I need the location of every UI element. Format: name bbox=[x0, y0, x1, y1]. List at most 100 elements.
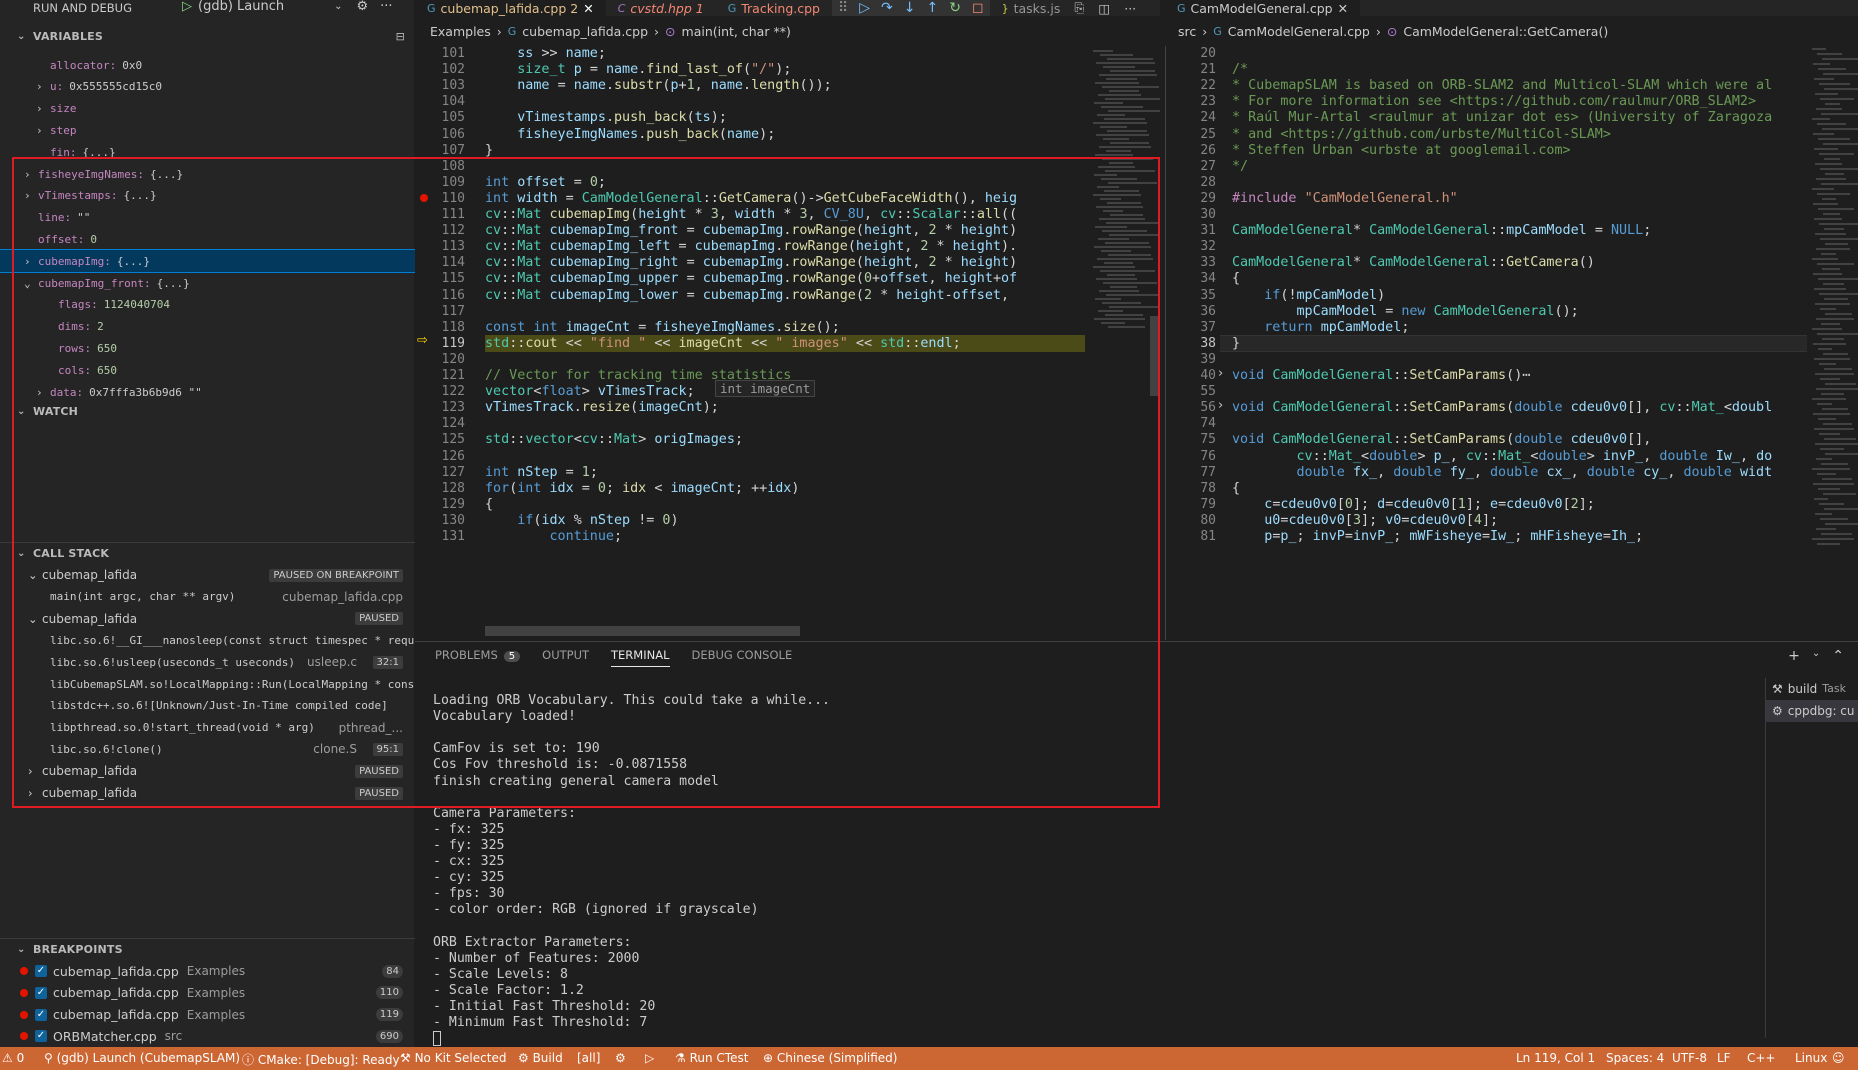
tab-cvstd[interactable]: C cvstd.hpp 1 bbox=[606, 0, 716, 16]
breakpoint-dot-icon[interactable] bbox=[420, 193, 428, 202]
tab-terminal[interactable]: TERMINAL bbox=[611, 648, 670, 667]
tab-tasks[interactable]: } tasks.js bbox=[990, 0, 1073, 16]
tab-cammodelgeneral[interactable]: G CamModelGeneral.cpp ✕ bbox=[1165, 0, 1361, 16]
chevron-icon[interactable]: ⌄ bbox=[28, 568, 38, 582]
checkbox[interactable]: ✓ bbox=[35, 1008, 47, 1021]
restart-icon[interactable]: ↻ bbox=[949, 0, 961, 16]
os-status[interactable]: Linux bbox=[1795, 1051, 1827, 1065]
checkbox[interactable]: ✓ bbox=[35, 986, 47, 999]
variable-row[interactable]: ⌄ cubemapImg_front: {...} bbox=[0, 272, 415, 294]
call-stack-frame[interactable]: › cubemap_lafida PAUSED bbox=[0, 782, 415, 804]
breadcrumb-item[interactable]: main(int, char **) bbox=[682, 24, 791, 39]
close-icon[interactable]: ✕ bbox=[583, 1, 593, 16]
chevron-icon[interactable]: › bbox=[24, 255, 31, 268]
stop-icon[interactable]: ◻ bbox=[972, 0, 984, 16]
fold-chevron-icon[interactable]: › bbox=[1218, 366, 1223, 381]
chevron-down-icon[interactable]: ⌄ bbox=[334, 1, 342, 12]
fold-chevron-icon[interactable]: › bbox=[1218, 398, 1223, 413]
breadcrumb-item[interactable]: src bbox=[1178, 24, 1196, 39]
debug-target-icon[interactable]: ⚙ bbox=[615, 1051, 626, 1065]
breadcrumb-item[interactable]: CamModelGeneral.cpp bbox=[1228, 24, 1370, 39]
run-icon[interactable]: ▷ bbox=[645, 1051, 654, 1065]
variable-row[interactable]: › fisheyeImgNames: {...} bbox=[0, 163, 415, 185]
tab-output[interactable]: OUTPUT bbox=[542, 648, 589, 667]
feedback-icon[interactable]: ☺ bbox=[1832, 1051, 1845, 1065]
chevron-up-icon[interactable]: ⌃ bbox=[1832, 648, 1844, 664]
terminal-item-build[interactable]: ⚒ build Task bbox=[1766, 678, 1858, 700]
call-stack-frame[interactable]: ⌄ cubemap_lafida PAUSED bbox=[0, 608, 415, 630]
variable-row[interactable]: fin: {...} bbox=[0, 141, 415, 163]
build-target[interactable]: [all] bbox=[577, 1051, 600, 1065]
drag-handle-icon[interactable]: ⠿ bbox=[838, 0, 848, 16]
debug-launch-status[interactable]: ⚲ (gdb) Launch (CubemapSLAM) bbox=[44, 1051, 240, 1065]
indentation[interactable]: Spaces: 4 bbox=[1606, 1051, 1664, 1065]
chevron-icon[interactable]: ⌄ bbox=[28, 612, 38, 626]
tab-tracking[interactable]: G Tracking.cpp bbox=[716, 0, 832, 16]
variable-row[interactable]: offset: 0 bbox=[0, 228, 415, 250]
tab-problems[interactable]: PROBLEMS 5 bbox=[435, 648, 521, 667]
call-stack-frame[interactable]: libc.so.6!__GI___nanosleep(const struct … bbox=[0, 629, 415, 651]
chevron-icon[interactable]: › bbox=[36, 124, 43, 137]
new-terminal-icon[interactable]: + bbox=[1788, 648, 1800, 664]
more-actions-icon[interactable]: ··· bbox=[1124, 1, 1136, 16]
chevron-icon[interactable]: ⌄ bbox=[24, 277, 31, 290]
checkbox[interactable]: ✓ bbox=[35, 965, 47, 977]
encoding[interactable]: UTF-8 bbox=[1672, 1051, 1707, 1065]
breakpoint-item[interactable]: ✓ cubemap_lafida.cpp Examples 110 bbox=[0, 982, 415, 1004]
more-actions-icon[interactable]: ··· bbox=[380, 0, 392, 14]
right-code-editor[interactable]: 20 21/* 22 * CubemapSLAM is based on ORB-SL… bbox=[1165, 46, 1858, 640]
breakpoint-item[interactable]: ✓ ORBMatcher.cpp src 690 bbox=[0, 1025, 415, 1047]
chevron-icon[interactable]: › bbox=[28, 786, 33, 800]
call-stack-frame[interactable]: libc.so.6!usleep(useconds_t useconds) usl… bbox=[0, 651, 415, 673]
language-mode[interactable]: C++ bbox=[1747, 1051, 1776, 1065]
close-icon[interactable]: ✕ bbox=[1338, 1, 1348, 16]
variable-row[interactable]: cols: 650 bbox=[0, 359, 415, 381]
build-button[interactable]: ⚙ Build bbox=[518, 1051, 563, 1065]
variable-row[interactable]: › step bbox=[0, 119, 415, 141]
chevron-icon[interactable]: › bbox=[36, 386, 43, 399]
step-over-icon[interactable]: ↷ bbox=[881, 0, 893, 16]
cursor-position[interactable]: Ln 119, Col 1 bbox=[1516, 1051, 1595, 1065]
variable-row[interactable]: flags: 1124040704 bbox=[0, 294, 415, 316]
minimap[interactable] bbox=[1808, 46, 1858, 640]
breadcrumb-item[interactable]: Examples bbox=[430, 24, 491, 39]
minimap[interactable] bbox=[1085, 46, 1160, 640]
split-editor-icon[interactable]: ◫ bbox=[1098, 1, 1110, 16]
breakpoint-item[interactable]: ✓ cubemap_lafida.cpp Examples 119 bbox=[0, 1004, 415, 1026]
variable-row[interactable]: dims: 2 bbox=[0, 316, 415, 338]
call-stack-frame[interactable]: libstdc++.so.6![Unknown/Just-In-Time com… bbox=[0, 695, 415, 717]
breakpoint-item[interactable]: ✓ cubemap_lafida.cpp Examples 84 bbox=[0, 960, 415, 982]
variable-row[interactable]: rows: 650 bbox=[0, 337, 415, 359]
tab-debug-console[interactable]: DEBUG CONSOLE bbox=[692, 648, 793, 667]
start-debug-icon[interactable]: ▷ bbox=[182, 0, 192, 14]
variable-row[interactable]: › vTimestamps: {...} bbox=[0, 185, 415, 207]
checkbox[interactable]: ✓ bbox=[35, 1030, 47, 1043]
step-into-icon[interactable]: ↓ bbox=[904, 0, 916, 16]
open-changes-icon[interactable]: ⎘ bbox=[1074, 0, 1084, 16]
current-stack-frame-icon[interactable]: ⇨ bbox=[417, 333, 428, 348]
variable-row[interactable]: allocator: 0x0 bbox=[0, 54, 415, 76]
chevron-down-icon[interactable]: ⌄ bbox=[1812, 648, 1820, 664]
variable-row[interactable]: › cubemapImg: {...} bbox=[0, 249, 416, 274]
variable-row[interactable]: line: "" bbox=[0, 207, 415, 229]
chevron-icon[interactable]: › bbox=[36, 102, 43, 115]
call-stack-frame[interactable]: libpthread.so.0!start_thread(void * arg)… bbox=[0, 717, 415, 739]
horizontal-scrollbar[interactable] bbox=[485, 626, 800, 636]
terminal-item-cppdbg[interactable]: ⚙ cppdbg: cu bbox=[1766, 700, 1858, 722]
launch-config-select[interactable]: ▷ (gdb) Launch ⌄ ⚙ ··· bbox=[182, 0, 393, 14]
call-stack-frame[interactable]: ⌄ cubemap_lafida PAUSED ON BREAKPOINT bbox=[0, 564, 415, 586]
breadcrumb-item[interactable]: CamModelGeneral::GetCamera() bbox=[1403, 24, 1608, 39]
ctest-button[interactable]: ⚗ Run CTest bbox=[675, 1051, 748, 1065]
call-stack-frame[interactable]: main(int argc, char ** argv) cubemap_lafi… bbox=[0, 586, 415, 608]
gear-icon[interactable]: ⚙ bbox=[357, 0, 369, 14]
tab-cubemap-lafida[interactable]: G cubemap_lafida.cpp 2 ✕ bbox=[415, 0, 606, 16]
kit-status[interactable]: ⚒ No Kit Selected bbox=[400, 1051, 506, 1065]
call-stack-frame[interactable]: libCubemapSLAM.so!LocalMapping::Run(Loca… bbox=[0, 673, 415, 695]
chevron-icon[interactable]: › bbox=[24, 189, 31, 202]
chevron-icon[interactable]: › bbox=[28, 764, 33, 778]
breadcrumb-item[interactable]: cubemap_lafida.cpp bbox=[522, 24, 648, 39]
call-stack-section-header[interactable]: ⌄ CALL STACK bbox=[0, 542, 415, 564]
variables-section-header[interactable]: ⌄ VARIABLES ⊟ bbox=[0, 25, 415, 47]
collapse-all-icon[interactable]: ⊟ bbox=[396, 30, 405, 43]
variable-row[interactable]: › u: 0x555555cd15c0 bbox=[0, 76, 415, 98]
